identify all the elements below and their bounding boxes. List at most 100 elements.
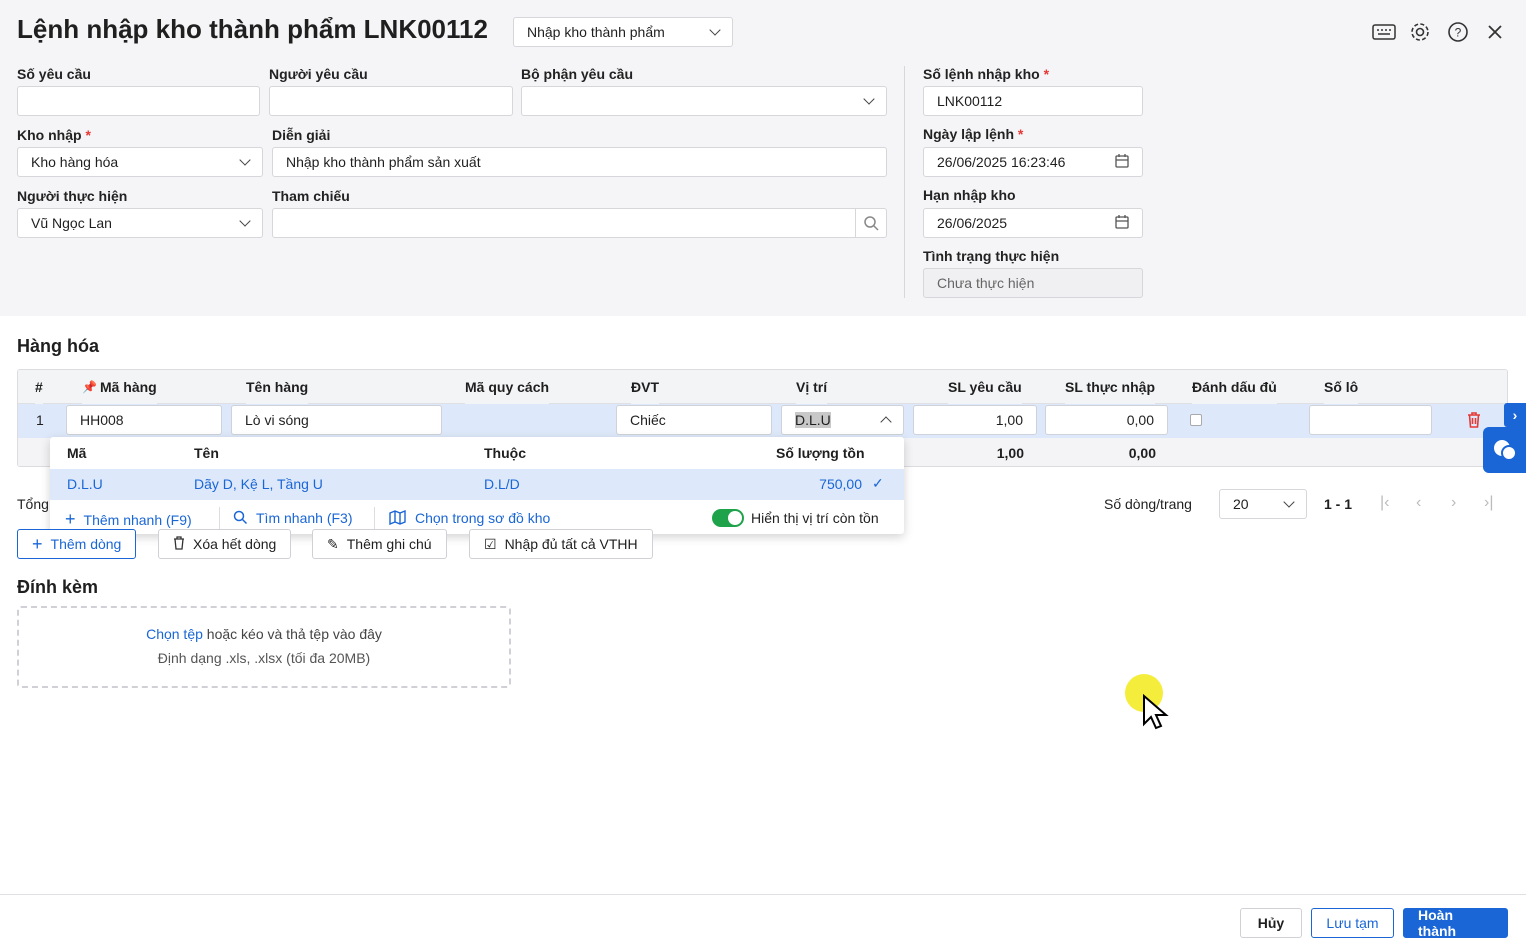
file-dropzone[interactable]: Chọn tệp hoặc kéo và thả tệp vào đây Địn…: [17, 606, 511, 688]
col-dvt[interactable]: ĐVT: [631, 370, 659, 404]
first-page-icon[interactable]: |‹: [1380, 494, 1389, 512]
show-stock-toggle[interactable]: [712, 509, 744, 527]
dien-giai-input[interactable]: Nhập kho thành phẩm sản xuất: [272, 147, 887, 177]
ten-hang-input[interactable]: Lò vi sóng: [231, 405, 442, 435]
quick-add-label: Thêm nhanh (F9): [83, 511, 192, 528]
show-stock-label: Hiển thị vị trí còn tồn: [751, 510, 879, 526]
col-ma-quy-cach[interactable]: Mã quy cách: [465, 370, 550, 404]
page-size-select[interactable]: 20: [1219, 489, 1307, 519]
ma-hang-input[interactable]: HH008: [66, 405, 222, 435]
sl-yeu-cau-input[interactable]: 1,00: [913, 405, 1037, 435]
nguoi-yeu-cau-input[interactable]: [269, 86, 513, 116]
ngay-lap-input[interactable]: 26/06/2025 16:23:46: [923, 147, 1143, 177]
last-page-icon[interactable]: ›|: [1484, 494, 1493, 512]
so-lenh-input[interactable]: LNK00112: [923, 86, 1143, 116]
add-row-button[interactable]: + Thêm dòng: [17, 529, 137, 559]
col-ma-hang[interactable]: 📌 Mã hàng: [82, 370, 157, 404]
dropzone-hint: Định dạng .xls, .xlsx (tối đa 20MB): [157, 650, 371, 666]
quick-search-button[interactable]: Tìm nhanh (F3): [233, 510, 352, 528]
tham-chieu-label: Tham chiếu: [272, 188, 350, 204]
choose-file-link[interactable]: Chọn tệp: [146, 626, 203, 642]
dien-giai-label: Diễn giải: [272, 127, 331, 143]
total-sl-yeu-cau: 1,00: [996, 445, 1024, 461]
gear-icon[interactable]: [1408, 20, 1432, 44]
tinh-trang-input: Chưa thực hiện: [923, 268, 1143, 298]
dd-col-ma: Mã: [67, 445, 87, 461]
prev-page-icon[interactable]: ‹: [1416, 494, 1421, 512]
quick-add-button[interactable]: + Thêm nhanh (F9): [65, 509, 192, 530]
voucher-type-value: Nhập kho thành phẩm: [527, 24, 665, 40]
nguoi-thuc-hien-select[interactable]: Vũ Ngọc Lan: [17, 208, 263, 238]
page-size-label: Số dòng/trang: [1104, 496, 1192, 512]
vi-tri-select[interactable]: D.L.U: [781, 405, 904, 435]
trash-icon[interactable]: [1464, 410, 1484, 430]
search-icon: [233, 510, 248, 528]
required-mark: *: [1017, 126, 1024, 142]
chat-icon[interactable]: [1483, 427, 1526, 473]
checkbox-icon: ☑: [484, 535, 497, 552]
bo-phan-select[interactable]: [521, 86, 887, 116]
chevron-down-icon: [239, 215, 251, 227]
option-thuoc: D.L/D: [484, 476, 520, 492]
han-nhap-value: 26/06/2025: [937, 215, 1008, 231]
required-mark: *: [1043, 66, 1050, 82]
han-nhap-input[interactable]: 26/06/2025: [923, 208, 1143, 238]
chevron-up-icon: [880, 416, 892, 428]
expand-panel-button[interactable]: ›: [1504, 403, 1526, 427]
so-lenh-label-text: Số lệnh nhập kho: [923, 66, 1040, 82]
voucher-type-select[interactable]: Nhập kho thành phẩm: [513, 17, 733, 47]
clear-rows-button[interactable]: Xóa hết dòng: [158, 529, 292, 559]
col-ma-hang-label: Mã hàng: [99, 379, 157, 395]
bo-phan-label: Bộ phận yêu cầu: [521, 66, 634, 82]
page-range: 1 - 1: [1324, 496, 1353, 512]
plus-icon: +: [65, 509, 76, 529]
so-yeu-cau-input[interactable]: [17, 86, 260, 116]
mouse-cursor-icon: [1142, 693, 1170, 737]
col-sl-yeu-cau[interactable]: SL yêu cầu: [948, 370, 1022, 404]
cancel-button[interactable]: Hủy: [1240, 908, 1302, 938]
col-index: #: [35, 370, 43, 404]
search-icon[interactable]: [855, 209, 886, 237]
danh-dau-du-checkbox[interactable]: [1190, 414, 1202, 426]
save-draft-button[interactable]: Lưu tạm: [1311, 908, 1394, 938]
divider: [374, 507, 375, 531]
tham-chieu-input[interactable]: [272, 208, 887, 238]
dd-col-so-luong-ton: Số lượng tồn: [776, 445, 865, 461]
kho-nhap-label-text: Kho nhập: [17, 127, 82, 143]
pin-icon: 📌: [82, 380, 97, 394]
warehouse-map-button[interactable]: Chọn trong sơ đồ kho: [389, 509, 550, 528]
ngay-lap-label-text: Ngày lập lệnh: [923, 126, 1015, 142]
help-icon[interactable]: ?: [1446, 20, 1470, 44]
han-nhap-label: Hạn nhập kho: [923, 187, 1016, 203]
finish-button[interactable]: Hoàn thành: [1403, 907, 1508, 939]
option-ten: Dãy D, Kệ L, Tầng U: [194, 476, 323, 492]
col-sl-thuc-nhap[interactable]: SL thực nhập: [1065, 370, 1155, 404]
kho-nhap-label: Kho nhập *: [17, 127, 91, 143]
total-sl-thuc-nhap: 0,00: [1128, 445, 1156, 461]
next-page-icon[interactable]: ›: [1451, 494, 1456, 512]
col-ten-hang[interactable]: Tên hàng: [246, 370, 309, 404]
calendar-icon[interactable]: [1115, 214, 1129, 232]
footer-divider: [0, 894, 1526, 895]
add-note-button[interactable]: ✎ Thêm ghi chú: [312, 529, 447, 559]
col-so-lo[interactable]: Số lô: [1324, 370, 1359, 404]
page-size-value: 20: [1233, 496, 1249, 512]
keyboard-icon[interactable]: [1371, 22, 1397, 42]
sl-thuc-nhap-input[interactable]: 0,00: [1045, 405, 1168, 435]
col-vi-tri[interactable]: Vị trí: [796, 370, 828, 404]
required-mark: *: [85, 127, 91, 143]
page-title: Lệnh nhập kho thành phẩm LNK00112: [17, 14, 488, 44]
col-danh-dau-du[interactable]: Đánh dấu đủ: [1192, 370, 1277, 404]
so-lo-input[interactable]: [1309, 405, 1432, 435]
calendar-icon[interactable]: [1115, 153, 1129, 171]
divider: [904, 66, 905, 298]
attach-section-title: Đính kèm: [17, 577, 99, 597]
row-index: 1: [36, 412, 44, 428]
kho-nhap-select[interactable]: Kho hàng hóa: [17, 147, 263, 177]
dvt-input[interactable]: Chiếc: [616, 405, 772, 435]
fill-all-button[interactable]: ☑ Nhập đủ tất cả VTHH: [469, 529, 653, 559]
close-icon[interactable]: [1484, 20, 1506, 44]
check-icon: ✓: [872, 475, 884, 491]
dropdown-option[interactable]: D.L.U Dãy D, Kệ L, Tầng U D.L/D 750,00 ✓: [50, 469, 904, 500]
tinh-trang-label: Tình trạng thực hiện: [923, 248, 1060, 264]
